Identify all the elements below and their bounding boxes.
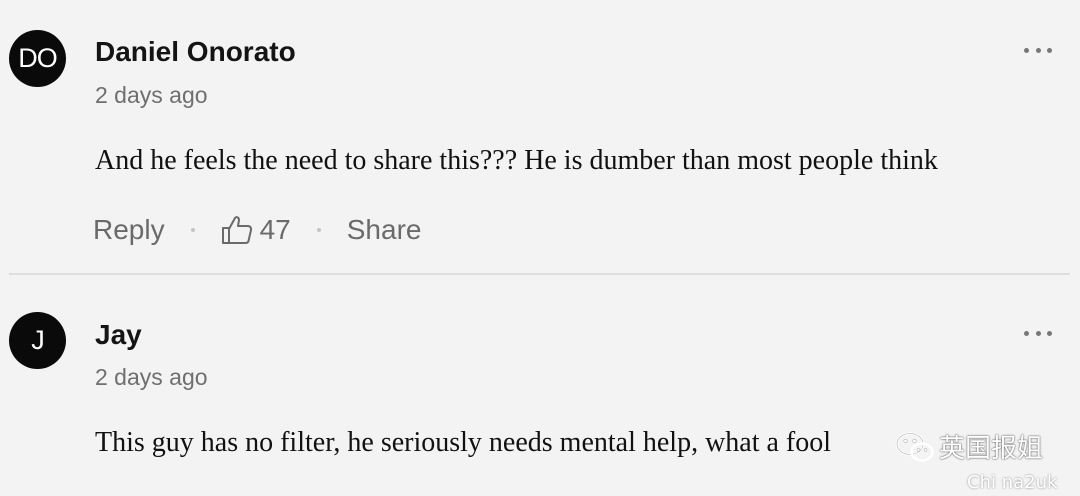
separator-dot xyxy=(316,228,321,232)
avatar[interactable]: J xyxy=(9,312,66,369)
dot xyxy=(1035,330,1041,336)
thumbs-up-icon xyxy=(221,216,252,244)
share-button[interactable]: Share xyxy=(347,214,422,246)
reply-button[interactable]: Reply xyxy=(93,214,165,246)
comment-timestamp: 2 days ago xyxy=(95,364,208,390)
like-button[interactable]: 47 xyxy=(221,214,291,246)
comment-author[interactable]: Jay xyxy=(95,319,142,351)
comments-page: DO Daniel Onorato 2 days ago And he feel… xyxy=(0,0,1080,496)
avatar[interactable]: DO xyxy=(9,30,66,87)
dot xyxy=(1047,47,1052,53)
comment-timestamp: 2 days ago xyxy=(95,82,208,108)
more-options-icon[interactable] xyxy=(1024,326,1052,340)
comment-item: J Jay 2 days ago This guy has no filter,… xyxy=(0,276,1080,496)
dot xyxy=(1024,47,1029,53)
comment-text: This guy has no filter, he seriously nee… xyxy=(95,427,832,458)
comment-divider xyxy=(9,273,1070,275)
comment-author[interactable]: Daniel Onorato xyxy=(95,36,296,68)
comment-item: DO Daniel Onorato 2 days ago And he feel… xyxy=(0,0,1080,274)
dot xyxy=(1035,47,1041,53)
separator-dot xyxy=(190,228,195,232)
dot xyxy=(1024,330,1029,336)
like-count: 47 xyxy=(259,214,291,245)
comment-text: And he feels the need to share this??? H… xyxy=(95,145,938,176)
more-options-icon[interactable] xyxy=(1024,43,1052,57)
dot xyxy=(1047,330,1052,336)
comment-actions: Reply 47 Share xyxy=(93,210,421,250)
